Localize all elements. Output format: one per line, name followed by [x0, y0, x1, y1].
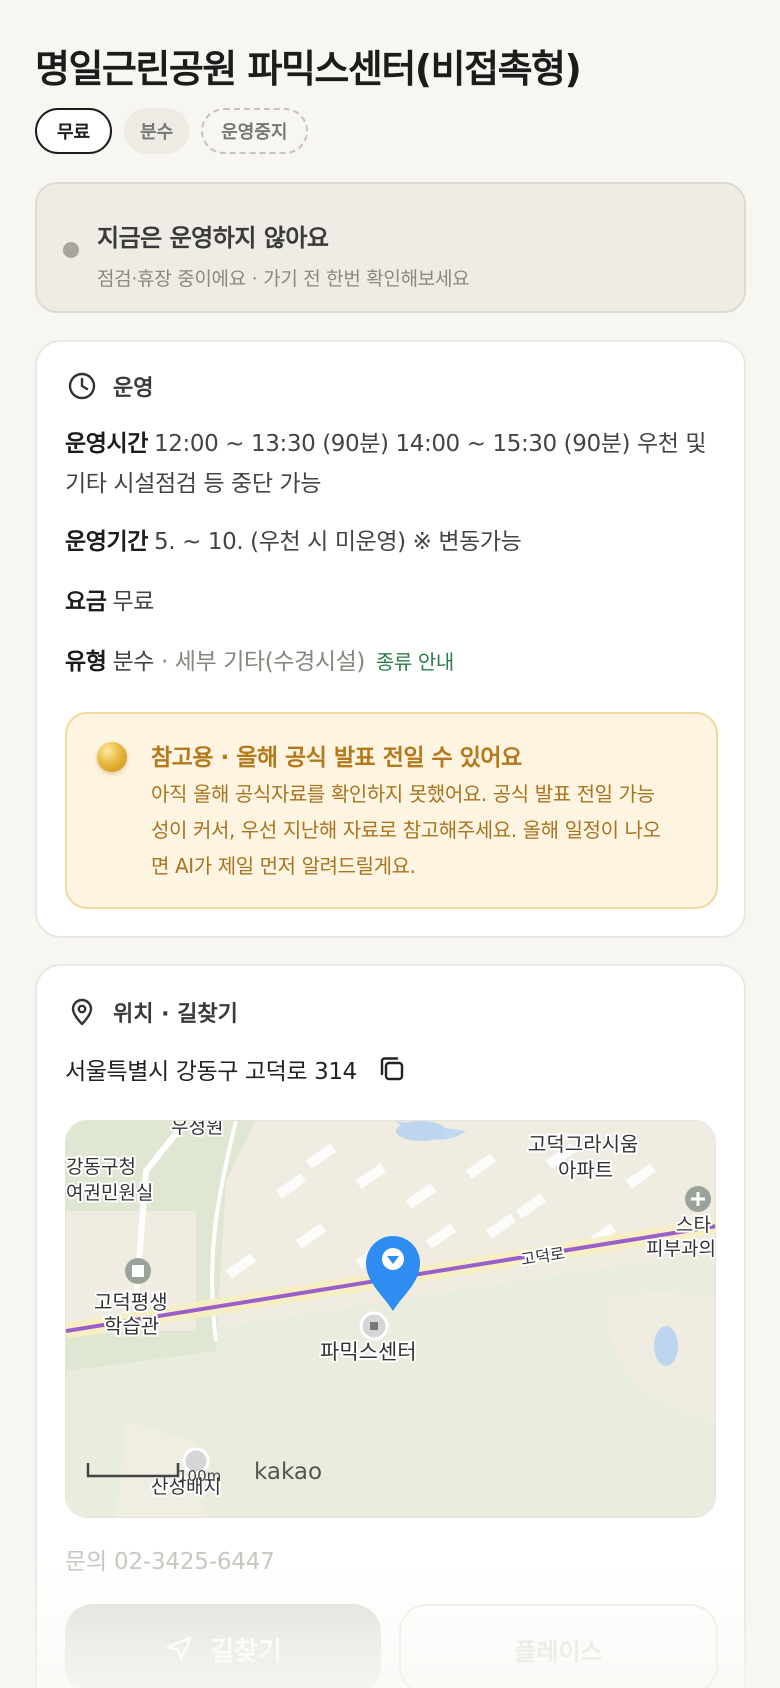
location-header: 위치 · 길찾기 [67, 996, 238, 1028]
map-label-library-2: 학습관 [104, 1314, 159, 1338]
status-subtitle: 점검·휴장 중이에요 · 가기 전 한번 확인해보세요 [97, 268, 470, 290]
map-label-clinic-1: 스타 [676, 1214, 711, 1236]
operation-title: 운영 [113, 376, 154, 401]
hours-value: 12:00 ~ 13:30 (90분) 14:00 ~ 15:30 (90분) … [65, 431, 707, 497]
location-card: 위치 · 길찾기 서울특별시 강동구 고덕로 314 우정원 강동구청 여권민원… [35, 964, 746, 1688]
type-label: 유형 [65, 649, 107, 675]
map-label-apt-1: 고덕그라시움 [528, 1132, 638, 1156]
map-label-library-1: 고덕평생 [94, 1290, 168, 1314]
page-title: 명일근린공원 파믹스센터(비접촉형) [35, 47, 582, 91]
period-row: 운영기간 5. ~ 10. (우천 시 미운영) ※ 변동가능 [65, 522, 715, 562]
operation-card: 운영 운영시간 12:00 ~ 13:30 (90분) 14:00 ~ 15:30… [35, 340, 746, 938]
location-title: 위치 · 길찾기 [113, 1002, 238, 1027]
location-pin-icon [71, 998, 93, 1026]
reference-notice: 참고용 · 올해 공식 발표 전일 수 있어요 아직 올해 공식자료를 확인하지… [65, 712, 718, 909]
type-guide-link[interactable]: 종류 안내 [376, 650, 454, 674]
status-dot-icon [63, 242, 79, 258]
directions-button[interactable]: 길찾기 [65, 1604, 381, 1688]
map-scale-label: 100m [178, 1467, 221, 1485]
notice-title: 참고용 · 올해 공식 발표 전일 수 있어요 [151, 745, 522, 771]
map-label-marker: 파믹스센터 [320, 1340, 417, 1364]
coin-icon [97, 742, 127, 772]
kakao-logo: kakao [254, 1459, 322, 1485]
map-label-top: 우정원 [171, 1121, 223, 1138]
map-label-clinic-2: 피부과의 [646, 1238, 716, 1260]
inquiry-phone[interactable]: 문의 02-3425-6447 [65, 1542, 275, 1576]
map-label-apt-2: 아파트 [558, 1158, 613, 1182]
fee-row: 요금 무료 [65, 582, 715, 622]
navigation-arrow-icon [166, 1636, 192, 1662]
map-canvas[interactable]: 우정원 강동구청 여권민원실 고덕그라시움 아파트 스타 피부과의 고덕평생 학… [66, 1121, 716, 1518]
map-label-office-2: 여권민원실 [66, 1182, 153, 1204]
hours-label: 운영시간 [65, 431, 149, 457]
period-label: 운영기간 [65, 529, 149, 555]
directions-label: 길찾기 [210, 1636, 282, 1667]
notice-body: 아직 올해 공식자료를 확인하지 못했어요. 공식 발표 전일 가능성이 커서,… [151, 782, 661, 878]
status-card: 지금은 운영하지 않아요 점검·휴장 중이에요 · 가기 전 한번 확인해보세요 [35, 182, 746, 313]
chip-free[interactable]: 무료 [35, 108, 113, 154]
clock-icon [68, 372, 96, 400]
map-label-office-1: 강동구청 [66, 1156, 136, 1178]
chip-fountain[interactable]: 분수 [124, 108, 190, 154]
type-row: 유형 분수 · 세부 기타(수경시설) 종류 안내 [65, 642, 715, 682]
chip-suspended[interactable]: 운영중지 [201, 108, 308, 154]
address-row: 서울특별시 강동구 고덕로 314 [65, 1052, 407, 1086]
map-view[interactable]: 우정원 강동구청 여권민원실 고덕그라시움 아파트 스타 피부과의 고덕평생 학… [65, 1120, 716, 1518]
status-title: 지금은 운영하지 않아요 [97, 224, 329, 252]
place-label: 플레이스 [514, 1637, 603, 1666]
type-detail: · 세부 기타(수경시설) [160, 649, 365, 675]
operation-header: 운영 [67, 370, 153, 402]
tag-chips: 무료 분수 운영중지 [35, 108, 308, 154]
hours-row: 운영시간 12:00 ~ 13:30 (90분) 14:00 ~ 15:30 (9… [65, 424, 715, 504]
fee-value: 무료 [112, 589, 155, 615]
fee-label: 요금 [65, 589, 107, 615]
address-text: 서울특별시 강동구 고덕로 314 [65, 1059, 357, 1085]
period-value: 5. ~ 10. (우천 시 미운영) ※ 변동가능 [154, 529, 522, 555]
type-value: 분수 [112, 649, 155, 675]
copy-icon[interactable] [377, 1054, 407, 1084]
place-button[interactable]: 플레이스 [399, 1604, 718, 1688]
